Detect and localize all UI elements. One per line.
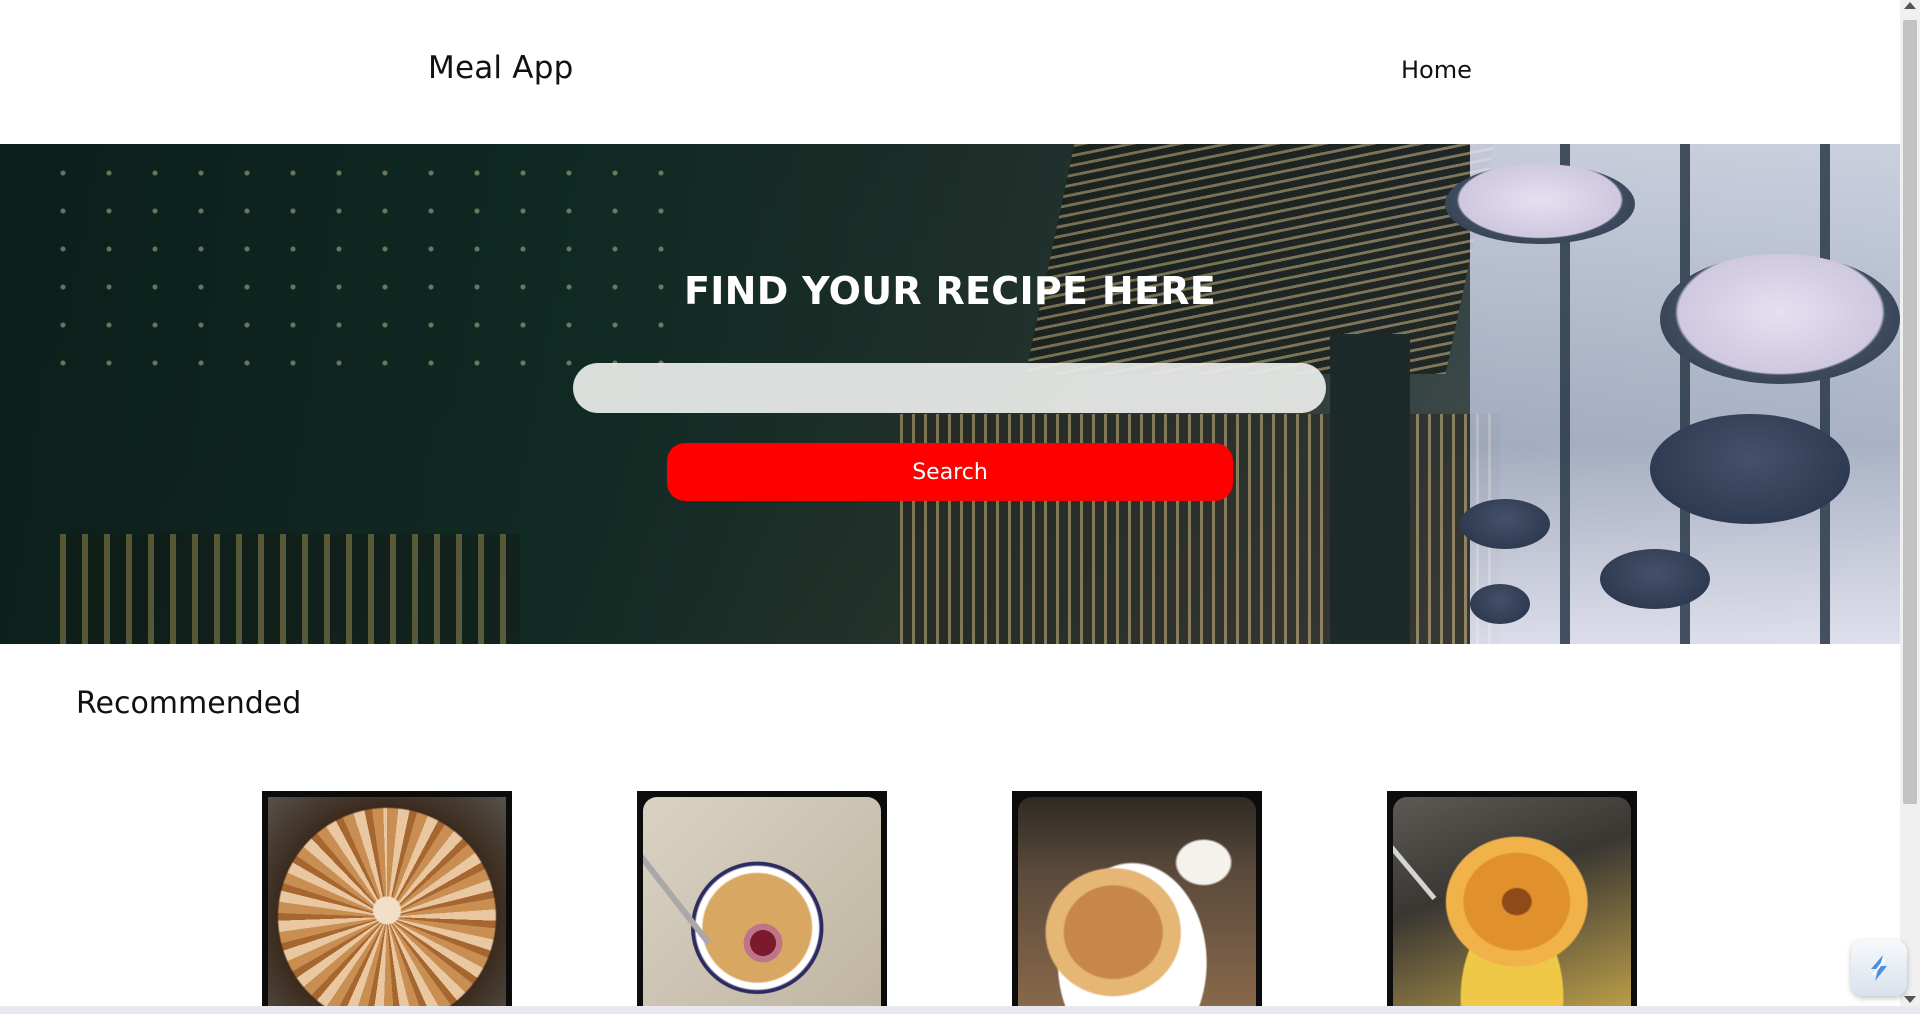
nav-home-link[interactable]: Home — [1401, 56, 1472, 84]
horizontal-scrollbar[interactable] — [0, 1006, 1920, 1014]
hanging-lamp-icon — [1445, 164, 1635, 244]
hero-background-pillar — [1330, 334, 1410, 644]
brand-logo[interactable]: Meal App — [428, 50, 573, 86]
recipe-card[interactable] — [262, 791, 512, 1006]
hanging-pan-icon — [1460, 499, 1550, 549]
floating-widget-button[interactable] — [1851, 940, 1907, 996]
hanging-pan-icon — [1470, 584, 1530, 624]
recipe-image — [643, 797, 881, 1006]
hero-background-lights — [40, 154, 680, 374]
hero-title: FIND YOUR RECIPE HERE — [683, 269, 1217, 313]
hero-background-ceiling — [1025, 144, 1495, 374]
recipe-card[interactable] — [637, 791, 887, 1006]
recipe-image — [268, 797, 506, 1006]
hero-background-shelves — [60, 534, 520, 644]
recipe-image — [1393, 797, 1631, 1006]
hanging-pan-icon — [1650, 414, 1850, 524]
recommended-title: Recommended — [76, 686, 302, 721]
scroll-up-arrow-icon[interactable] — [1904, 2, 1916, 9]
recipe-search-input[interactable] — [573, 363, 1326, 413]
recipe-card[interactable] — [1012, 791, 1262, 1006]
search-button[interactable]: Search — [667, 443, 1233, 501]
hero-banner: FIND YOUR RECIPE HERE Search — [0, 144, 1900, 644]
hanging-pan-icon — [1600, 549, 1710, 609]
page: Meal App Home FIND YOUR RECIPE HERE Sear… — [0, 0, 1900, 1006]
scroll-down-arrow-icon[interactable] — [1904, 996, 1916, 1003]
scrollbar-thumb[interactable] — [1903, 20, 1917, 804]
site-header: Meal App Home — [0, 0, 1900, 144]
recipe-image — [1018, 797, 1256, 1006]
recipe-card[interactable] — [1387, 791, 1637, 1006]
app-launcher-icon — [1871, 955, 1887, 981]
hero-background-mullion — [1820, 144, 1830, 644]
